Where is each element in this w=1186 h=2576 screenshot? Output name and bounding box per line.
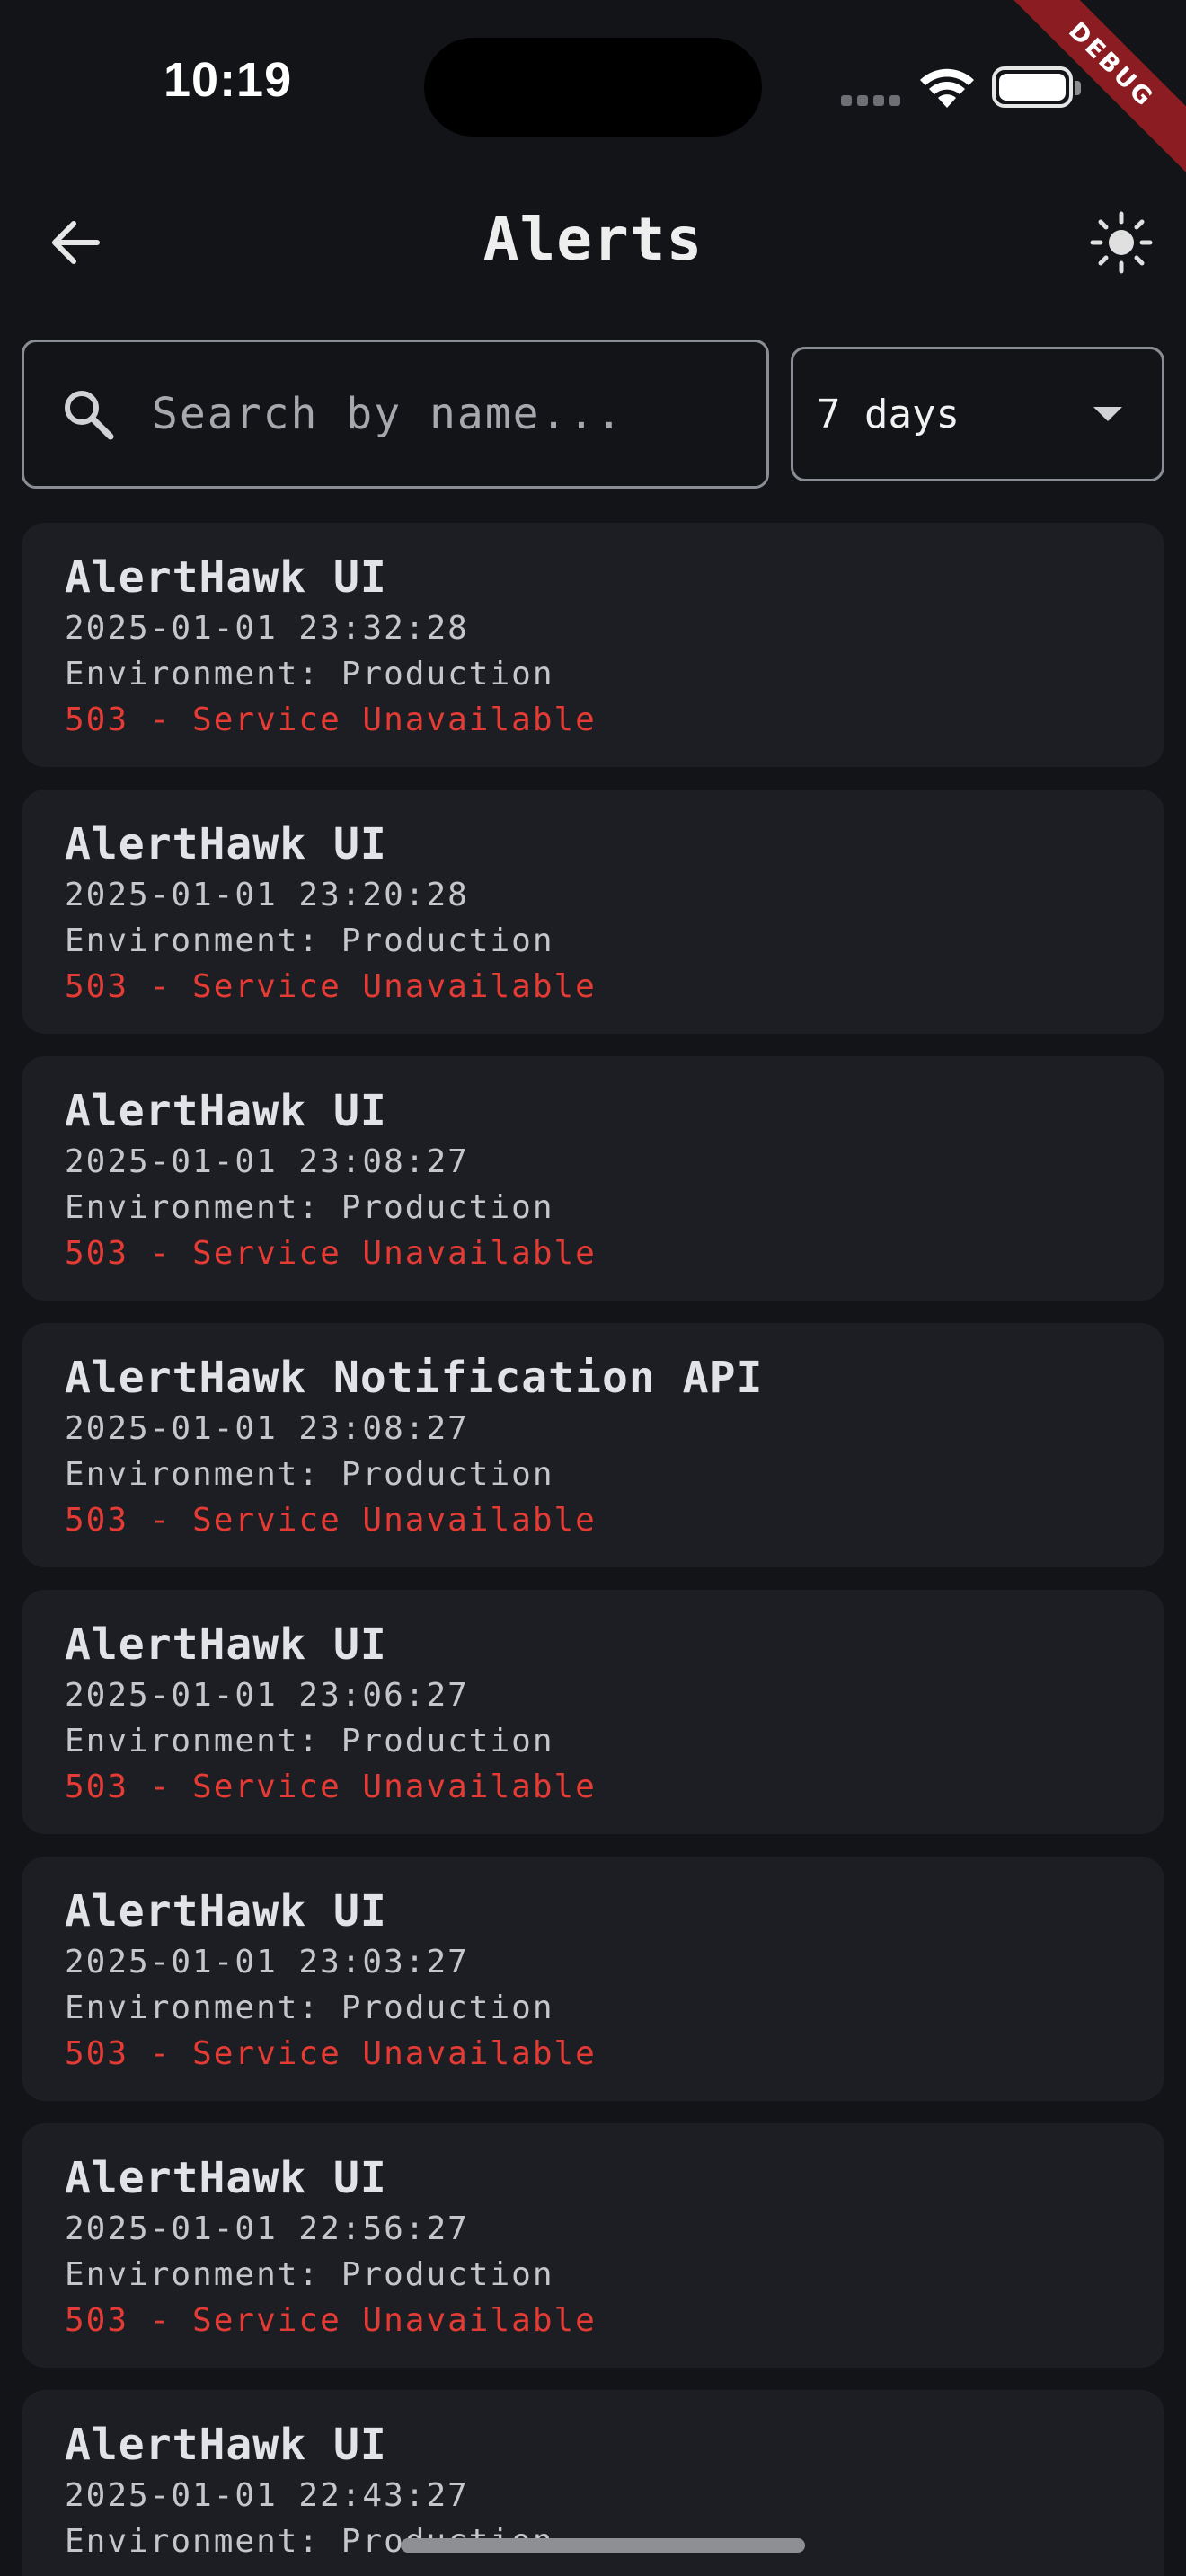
- alert-card[interactable]: AlertHawk UI 2025-01-01 22:56:27 Environ…: [22, 2123, 1164, 2368]
- caret-down-icon: [1093, 407, 1122, 421]
- alert-status: 503 - Service Unavailable: [65, 1502, 597, 1539]
- time-range-value: 7 days: [817, 391, 960, 437]
- alert-card[interactable]: AlertHawk Notification API 2025-01-01 23…: [22, 1323, 1164, 1567]
- app-bar: Alerts: [0, 180, 1186, 305]
- alert-timestamp: 2025-01-01 23:20:28: [65, 877, 469, 913]
- alert-card[interactable]: AlertHawk UI 2025-01-01 23:20:28 Environ…: [22, 790, 1164, 1034]
- alert-timestamp: 2025-01-01 22:43:27: [65, 2477, 469, 2514]
- alert-name: AlertHawk UI: [65, 819, 387, 869]
- alert-card[interactable]: AlertHawk UI 2025-01-01 23:03:27 Environ…: [22, 1857, 1164, 2101]
- alert-status: 503 - Service Unavailable: [65, 2035, 597, 2072]
- alert-name: AlertHawk UI: [65, 2153, 387, 2203]
- home-indicator: [401, 2538, 805, 2553]
- alert-environment: Environment: Production: [65, 656, 554, 693]
- status-time: 10:19: [164, 53, 293, 107]
- alert-timestamp: 2025-01-01 23:32:28: [65, 610, 469, 647]
- theme-toggle-button[interactable]: [1078, 199, 1164, 286]
- alert-environment: Environment: Production: [65, 1456, 554, 1493]
- alert-environment: Environment: Production: [65, 1989, 554, 2026]
- alert-list: AlertHawk UI 2025-01-01 23:32:28 Environ…: [22, 523, 1164, 2576]
- alert-environment: Environment: Production: [65, 2256, 554, 2293]
- alert-name: AlertHawk UI: [65, 1619, 387, 1670]
- alert-environment: Environment: Production: [65, 1723, 554, 1760]
- alert-name: AlertHawk UI: [65, 552, 387, 603]
- alert-name: AlertHawk UI: [65, 1086, 387, 1136]
- alert-status: 503 - Service Unavailable: [65, 701, 597, 738]
- alert-status: 503 - Service Unavailable: [65, 2302, 597, 2339]
- wifi-icon: [920, 68, 974, 108]
- alert-status: 503 - Service Unavailable: [65, 1235, 597, 1272]
- alert-timestamp: 2025-01-01 23:06:27: [65, 1677, 469, 1714]
- alert-timestamp: 2025-01-01 23:08:27: [65, 1410, 469, 1447]
- search-field[interactable]: [22, 340, 769, 489]
- sun-icon: [1090, 211, 1153, 274]
- alert-card[interactable]: AlertHawk UI 2025-01-01 23:06:27 Environ…: [22, 1590, 1164, 1834]
- time-range-dropdown[interactable]: 7 days: [791, 347, 1164, 481]
- alert-name: AlertHawk UI: [65, 2420, 387, 2470]
- dynamic-island: [424, 38, 762, 137]
- alert-timestamp: 2025-01-01 23:03:27: [65, 1944, 469, 1981]
- alert-timestamp: 2025-01-01 22:56:27: [65, 2210, 469, 2247]
- alert-status: 503 - Service Unavailable: [65, 1769, 597, 1805]
- cellular-signal-icon: [841, 95, 900, 106]
- alert-timestamp: 2025-01-01 23:08:27: [65, 1143, 469, 1180]
- search-icon: [65, 391, 114, 440]
- alert-status: 503 - Service Unavailable: [65, 968, 597, 1005]
- alert-environment: Environment: Production: [65, 1189, 554, 1226]
- alert-environment: Environment: Production: [65, 922, 554, 959]
- search-input[interactable]: [152, 389, 766, 439]
- alert-name: AlertHawk UI: [65, 1886, 387, 1936]
- page-title: Alerts: [482, 205, 704, 274]
- battery-icon: [992, 66, 1081, 108]
- status-bar: 10:19: [0, 0, 1186, 171]
- alert-card[interactable]: AlertHawk UI 2025-01-01 23:08:27 Environ…: [22, 1056, 1164, 1301]
- alert-name: AlertHawk Notification API: [65, 1353, 764, 1403]
- alert-card[interactable]: AlertHawk UI 2025-01-01 23:32:28 Environ…: [22, 523, 1164, 767]
